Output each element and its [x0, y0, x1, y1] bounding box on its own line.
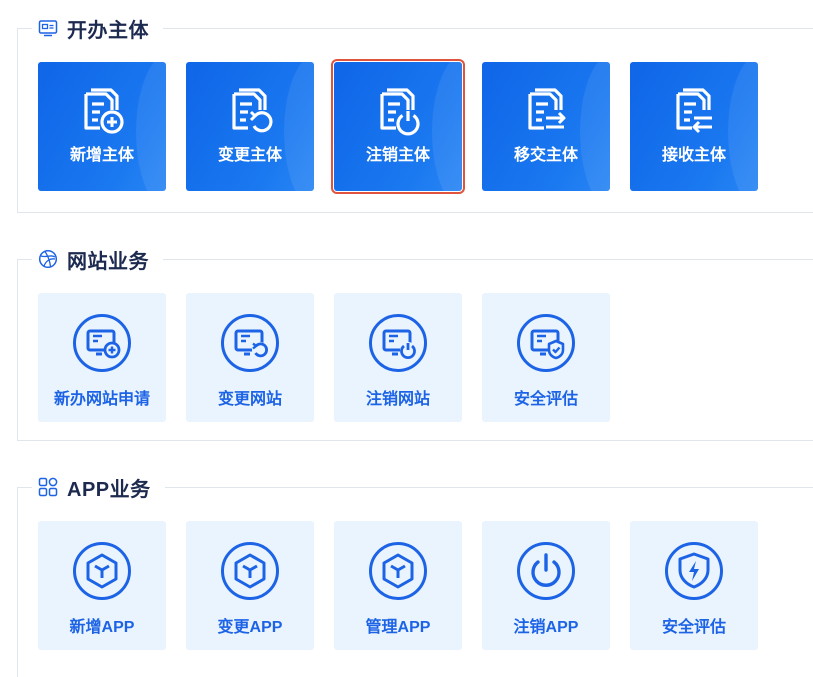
id-card-icon [38, 18, 58, 38]
section-website: 网站业务 新办网站申请 变更网站 注销网站 安全评估 [17, 244, 813, 441]
card-label: 注销APP [513, 619, 579, 636]
shield-bolt-icon [664, 541, 724, 601]
monitor-change-icon [220, 313, 280, 373]
card-cancel-website[interactable]: 注销网站 [334, 293, 462, 422]
power-icon [516, 541, 576, 601]
card-label: 移交主体 [513, 147, 578, 164]
card-cancel-app[interactable]: 注销APP [482, 521, 610, 650]
card-label: 变更APP [217, 619, 283, 636]
document-cancel-icon [370, 84, 426, 140]
card-label: 新增APP [69, 619, 135, 636]
cube-icon [368, 541, 428, 601]
cube-icon [220, 541, 280, 601]
section-app: APP业务 新增APP 变更APP 管理APP 注销APP 安全评估 [17, 472, 813, 677]
card-label: 新增主体 [69, 147, 134, 164]
globe-icon [38, 249, 58, 269]
monitor-cancel-icon [368, 313, 428, 373]
card-label: 新办网站申请 [53, 391, 150, 408]
card-security-app[interactable]: 安全评估 [630, 521, 758, 650]
card-label: 注销主体 [365, 147, 430, 164]
document-receive-icon [666, 84, 722, 140]
card-add-app[interactable]: 新增APP [38, 521, 166, 650]
section-title: APP业务 [67, 478, 151, 501]
card-cancel-entity[interactable]: 注销主体 [331, 59, 465, 194]
card-label: 管理APP [365, 619, 431, 636]
monitor-add-icon [72, 313, 132, 373]
monitor-shield-icon [516, 313, 576, 373]
cube-icon [72, 541, 132, 601]
grid-icon [38, 477, 58, 497]
document-add-icon [74, 84, 130, 140]
card-row-entity: 新增主体 变更主体 注销主体 移交主体 接收主体 [38, 59, 778, 194]
document-change-icon [222, 84, 278, 140]
card-label: 注销网站 [365, 391, 430, 408]
card-label: 接收主体 [661, 147, 726, 164]
section-title: 网站业务 [67, 250, 149, 273]
card-change-website[interactable]: 变更网站 [186, 293, 314, 422]
document-transfer-icon [518, 84, 574, 140]
card-change-entity[interactable]: 变更主体 [186, 62, 314, 191]
card-label: 变更网站 [217, 391, 282, 408]
card-row-app: 新增APP 变更APP 管理APP 注销APP 安全评估 [38, 521, 778, 650]
card-label: 安全评估 [661, 619, 726, 636]
section-header-entity: 开办主体 [32, 13, 163, 43]
card-receive-entity[interactable]: 接收主体 [630, 62, 758, 191]
section-title: 开办主体 [67, 19, 149, 42]
card-new-website[interactable]: 新办网站申请 [38, 293, 166, 422]
card-security-website[interactable]: 安全评估 [482, 293, 610, 422]
card-change-app[interactable]: 变更APP [186, 521, 314, 650]
section-header-app: APP业务 [32, 472, 165, 502]
card-label: 安全评估 [513, 391, 578, 408]
card-row-website: 新办网站申请 变更网站 注销网站 安全评估 [38, 293, 630, 422]
section-entity: 开办主体 新增主体 变更主体 注销主体 移交主体 接收主体 [17, 13, 813, 213]
section-header-website: 网站业务 [32, 244, 163, 274]
card-add-entity[interactable]: 新增主体 [38, 62, 166, 191]
card-manage-app[interactable]: 管理APP [334, 521, 462, 650]
card-label: 变更主体 [217, 147, 282, 164]
card-transfer-entity[interactable]: 移交主体 [482, 62, 610, 191]
